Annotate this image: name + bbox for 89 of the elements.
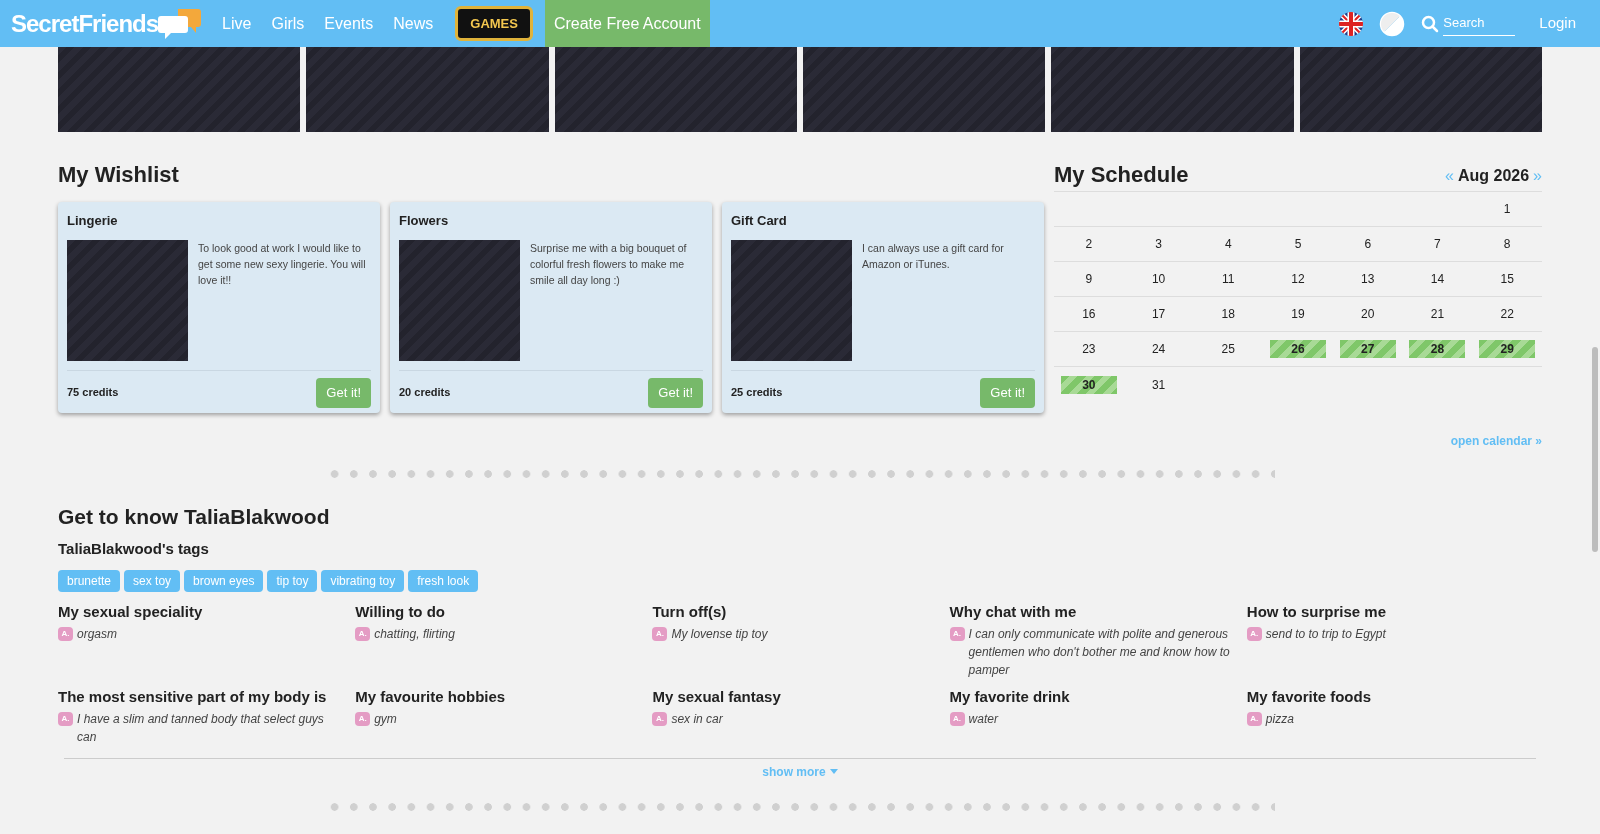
photo-placeholder[interactable] [1051,47,1294,132]
answer-badge: A. [58,711,73,726]
calendar-day[interactable]: 18 [1200,305,1257,323]
calendar-day[interactable]: 16 [1060,305,1117,323]
fact-answer: My lovense tip toy [671,625,768,643]
flag-icon[interactable] [1339,11,1364,36]
fact-answer: pizza [1265,710,1294,728]
calendar-day[interactable]: 20 [1339,305,1396,323]
calendar-day[interactable]: 3 [1130,235,1187,253]
fact-question: My sexual fantasy [652,686,782,707]
caret-icon [829,769,838,774]
calendar-day[interactable]: 30 [1060,375,1117,394]
wishlist-item-title: Lingerie [67,212,119,230]
photo-placeholder[interactable] [554,47,797,132]
calendar-day[interactable]: 11 [1200,270,1257,288]
section-title: My Schedule [1054,162,1189,188]
calendar-day[interactable]: 4 [1200,235,1257,253]
calendar-day[interactable]: 24 [1130,340,1187,358]
calendar-day[interactable]: 17 [1130,305,1187,323]
month-label: Aug 2026 [1457,166,1530,186]
fact-answer: I can only communicate with polite and generous gentlemen who don't bother me and know how to pamper [968,625,1231,679]
fact-question: Willing to do [355,601,447,622]
fact-question: My favourite hobbies [355,686,507,707]
calendar-day[interactable]: 9 [1060,270,1117,288]
wishlist-item-title: Gift Card [731,212,788,230]
calendar-day[interactable]: 8 [1479,235,1536,253]
price-text: 25 credits [731,385,783,401]
wishlist-item-description: I can always use a gift card for Amazon or iTunes. [862,240,1005,272]
chat-bubbles-icon [158,6,203,41]
wishlist-item-description: Surprise me with a big bouquet of colorful fresh flowers to make me smile all day long :) [530,240,688,288]
calendar-day[interactable]: 14 [1409,270,1466,288]
photo-placeholder[interactable] [58,47,301,132]
calendar-day[interactable]: 25 [1200,340,1257,358]
search-icon[interactable] [1421,14,1440,33]
calendar-day[interactable]: 27 [1339,340,1396,358]
games-button[interactable]: GAMES [455,5,533,42]
fact-answer: sex in car [671,710,723,728]
calendar-day[interactable]: 2 [1060,235,1117,253]
fact-answer: I have a slim and tanned body that select guys can [77,710,325,746]
answer-badge: A. [652,626,668,641]
fact-question: How to surprise me [1246,601,1387,622]
price-text: 75 credits [67,385,119,401]
fact-answer: gym [374,710,397,728]
answer-badge: A. [355,711,371,726]
fact-answer: chatting, flirting [374,625,455,643]
photo-placeholder[interactable] [803,47,1046,132]
wishlist-item-title: Flowers [399,212,450,230]
photo-placeholder[interactable] [306,47,549,132]
calendar-day[interactable]: 22 [1479,305,1536,323]
calendar-day[interactable]: 29 [1479,340,1536,358]
calendar-day[interactable]: 13 [1339,270,1396,288]
calendar-day[interactable]: 15 [1479,270,1536,288]
fact-question: My sexual speciality [58,601,204,622]
fact-question: My favorite foods [1246,686,1372,707]
fact-answer: water [968,710,998,728]
calendar-day[interactable]: 21 [1409,305,1466,323]
scrollbar-thumb[interactable] [1592,347,1598,552]
calendar-day[interactable]: 7 [1409,235,1466,253]
contrast-icon[interactable] [1379,10,1406,37]
answer-badge: A. [949,626,965,641]
answer-badge: A. [58,626,73,641]
price-text: 20 credits [399,385,451,401]
calendar-day[interactable]: 28 [1409,340,1466,358]
fact-question: Why chat with me [949,601,1078,622]
section-title: My Wishlist [58,162,180,188]
photo-placeholder[interactable] [1299,47,1542,132]
wishlist-item-description: To look good at work I would like to get some new sexy lingerie. You will love it!! [198,240,367,288]
calendar-day[interactable]: 1 [1479,200,1536,218]
calendar-day[interactable]: 6 [1339,235,1396,253]
fact-question: Turn off(s) [652,601,728,622]
answer-badge: A. [355,626,371,641]
calendar-day[interactable]: 5 [1270,235,1326,253]
calendar-day[interactable]: 23 [1060,340,1117,358]
fact-answer: send to to trip to Egypt [1265,625,1386,643]
section-title: Get to know TaliaBlakwood [58,504,331,530]
fact-question: My favorite drink [949,686,1071,707]
tags-title: TaliaBlakwood's tags [58,539,210,559]
calendar-day[interactable]: 12 [1270,270,1326,288]
fact-question: The most sensitive part of my body is [58,686,328,707]
answer-badge: A. [1246,626,1262,641]
calendar-day[interactable]: 26 [1270,340,1326,358]
answer-badge: A. [1246,711,1262,726]
calendar-day[interactable]: 31 [1130,375,1187,394]
answer-badge: A. [652,711,668,726]
answer-badge: A. [949,711,965,726]
calendar-day[interactable]: 19 [1270,305,1326,323]
fact-answer: orgasm [77,625,117,643]
search-field[interactable]: Search [1443,11,1516,36]
calendar-day[interactable]: 10 [1130,270,1187,288]
